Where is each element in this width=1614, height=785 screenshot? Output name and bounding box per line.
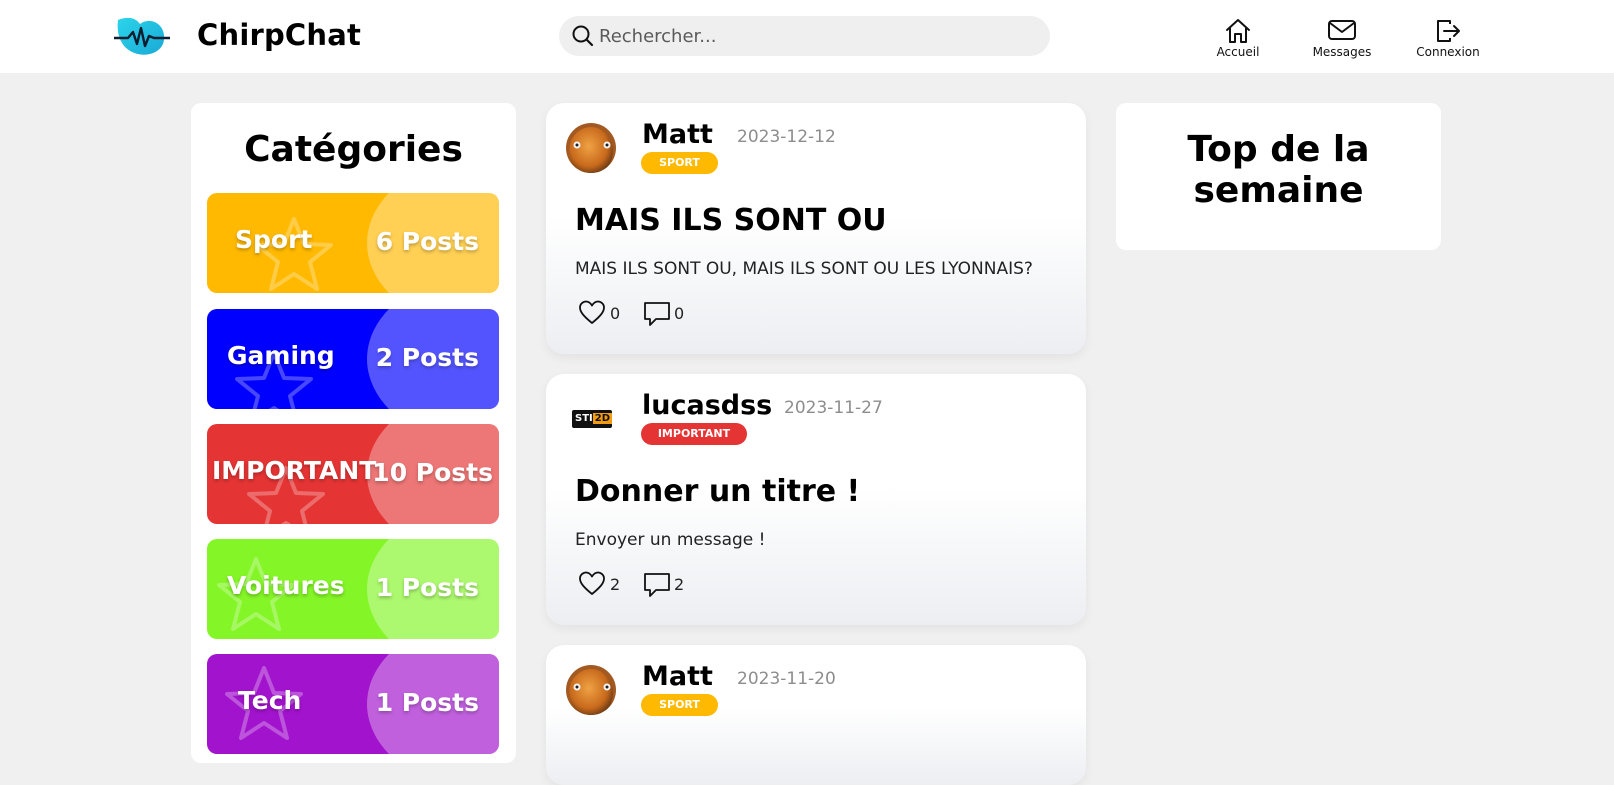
logout-icon [1437,20,1460,42]
avatar-text: STI [575,413,593,424]
avatar-image [566,123,616,173]
category-gaming[interactable]: Gaming 2 Posts [207,309,499,409]
category-count: 6 Posts [375,227,479,256]
post-date: 2023-11-20 [737,669,836,689]
brand-name[interactable]: ChirpChat [197,18,361,52]
category-count: 1 Posts [375,573,479,602]
post-author[interactable]: Matt [642,119,713,150]
category-count: 1 Posts [375,688,479,717]
search-icon [572,25,594,47]
avatar[interactable] [566,123,616,173]
category-sport[interactable]: Sport 6 Posts [207,193,499,293]
like-count: 2 [610,575,621,594]
heart-icon [579,300,605,324]
category-tag[interactable]: SPORT [641,152,718,174]
search-input[interactable] [599,16,1029,56]
post-date: 2023-11-27 [784,398,883,418]
post-date: 2023-12-12 [737,127,836,147]
categories-title: Catégories [244,129,463,170]
home-icon [1226,19,1250,43]
category-name: Gaming [227,341,335,370]
post-body: MAIS ILS SONT OU, MAIS ILS SONT OU LES L… [575,259,1033,279]
top-bar: ChirpChat Accueil Messages Connexion [0,0,1614,73]
post-card[interactable]: Matt 2023-11-20 SPORT [546,645,1086,785]
post-card[interactable]: Matt 2023-12-12 SPORT MAIS ILS SONT OU M… [546,103,1086,354]
category-name: Voitures [227,571,345,600]
comment-count: 2 [674,575,685,594]
nav-label: Messages [1312,45,1372,59]
categories-panel: Catégories Sport 6 Posts Gaming 2 Posts … [191,103,516,763]
top-week-panel: Top de la semaine [1116,103,1441,250]
category-count: 2 Posts [375,343,479,372]
category-name: Tech [238,686,302,715]
chirpchat-logo-icon[interactable] [114,14,172,58]
nav-connexion[interactable]: Connexion [1403,18,1493,64]
avatar-highlight-text: 2D [592,413,613,424]
like-count: 0 [610,304,621,323]
avatar[interactable]: STI 2D [572,410,613,428]
avatar[interactable] [566,665,616,715]
nav-label: Connexion [1416,45,1480,59]
post-author[interactable]: Matt [642,661,713,692]
mail-icon [1328,20,1356,40]
avatar-image [566,665,616,715]
comment-icon [644,573,670,597]
comment-icon [644,302,670,326]
category-name: Sport [235,225,313,254]
nav-label: Accueil [1216,45,1260,59]
category-tag[interactable]: SPORT [641,694,718,716]
search-bar[interactable] [559,16,1050,56]
post-title: Donner un titre ! [575,474,861,509]
heart-icon [579,571,605,595]
category-count: 10 Posts [372,458,493,487]
nav-accueil[interactable]: Accueil [1193,18,1283,64]
category-important[interactable]: IMPORTANT 10 Posts [207,424,499,524]
comment-count: 0 [674,304,685,323]
category-tag[interactable]: IMPORTANT [641,423,747,445]
top-week-title: Top de la semaine [1187,129,1370,211]
post-title: MAIS ILS SONT OU [575,203,887,238]
post-body: Envoyer un message ! [575,530,766,550]
category-voitures[interactable]: Voitures 1 Posts [207,539,499,639]
category-tech[interactable]: Tech 1 Posts [207,654,499,754]
nav-messages[interactable]: Messages [1297,18,1387,64]
category-name: IMPORTANT [212,456,377,485]
post-author[interactable]: lucasdss [642,390,772,421]
post-card[interactable]: STI 2D lucasdss 2023-11-27 IMPORTANT Donn… [546,374,1086,625]
